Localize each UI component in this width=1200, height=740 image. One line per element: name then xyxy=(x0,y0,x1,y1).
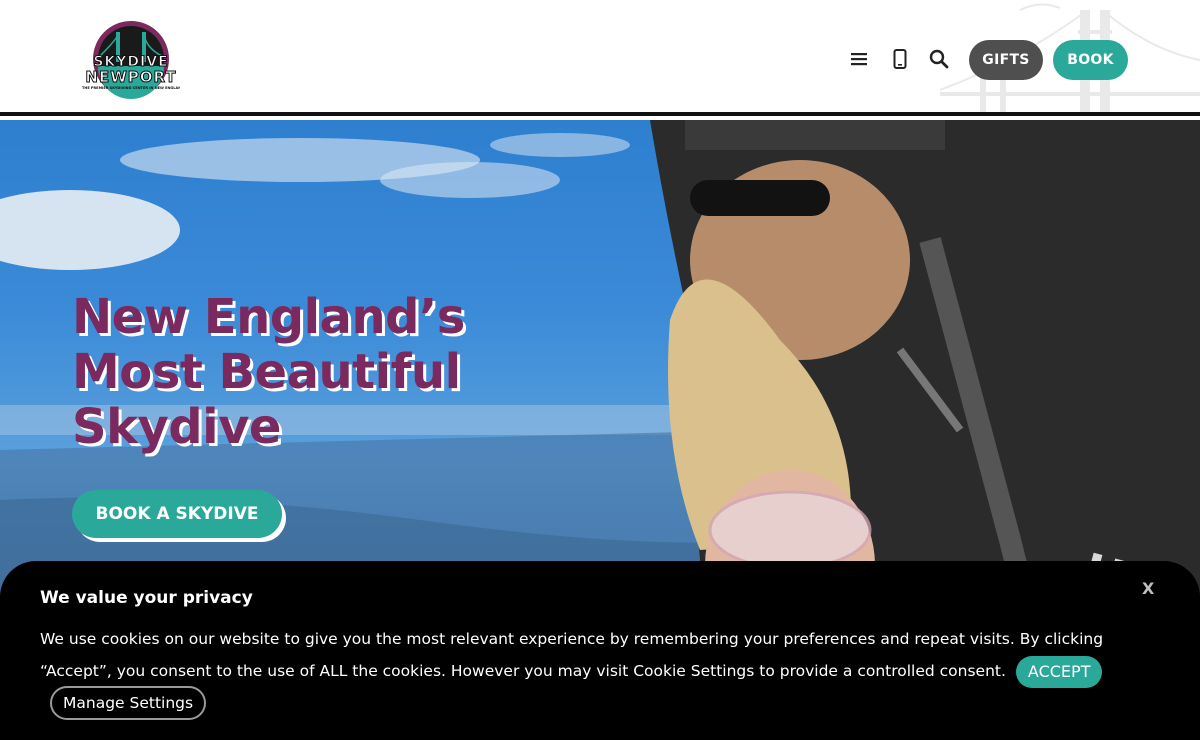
hero-heading: New England’s Most Beautiful Skydive xyxy=(72,290,542,455)
hero-heading-line-3: Skydive xyxy=(72,399,281,455)
gifts-button[interactable]: GIFTS xyxy=(969,40,1043,80)
manage-settings-button[interactable]: Manage Settings xyxy=(50,686,207,720)
menu-icon[interactable] xyxy=(848,48,870,70)
hero-heading-line-1: New England’s xyxy=(72,289,465,345)
logo-tagline: THE PREMIER SKYDIVING CENTER IN NEW ENGL… xyxy=(82,86,180,90)
close-icon[interactable]: X xyxy=(1142,579,1154,598)
book-a-skydive-button[interactable]: BOOK A SKYDIVE xyxy=(72,490,282,538)
book-button[interactable]: BOOK xyxy=(1053,40,1128,80)
cookie-title: We value your privacy xyxy=(40,588,253,608)
hero-heading-line-2: Most Beautiful xyxy=(72,344,461,400)
logo-wordmark-bottom: NEWPORT xyxy=(85,68,177,87)
search-icon[interactable] xyxy=(928,48,950,70)
cookie-message: We use cookies on our website to give yo… xyxy=(40,623,1160,688)
phone-icon[interactable] xyxy=(889,48,911,70)
cookie-message-text: We use cookies on our website to give yo… xyxy=(40,630,1104,680)
accept-button[interactable]: ACCEPT xyxy=(1015,655,1103,688)
cookie-consent-banner: X We value your privacy We use cookies o… xyxy=(0,561,1200,740)
site-header: SKYDIVE NEWPORT THE PREMIER SKYDIVING CE… xyxy=(0,0,1200,116)
site-logo[interactable]: SKYDIVE NEWPORT THE PREMIER SKYDIVING CE… xyxy=(70,18,192,102)
